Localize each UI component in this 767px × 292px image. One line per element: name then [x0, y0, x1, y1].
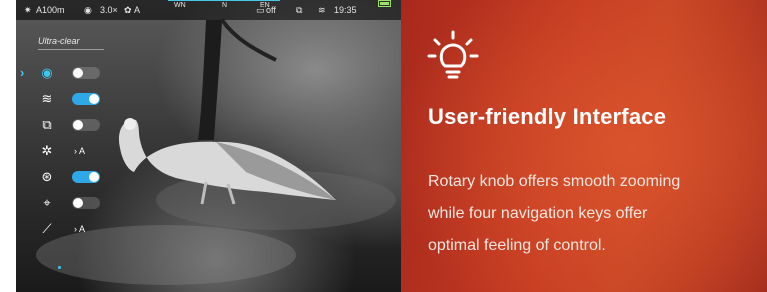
crosshair-icon: ⌖	[43, 195, 51, 210]
bird-head	[124, 118, 136, 130]
description-line: while four navigation keys offer	[428, 205, 648, 222]
picture-in-picture-icon: ⧉	[42, 117, 52, 132]
compass-north: N	[222, 2, 228, 9]
description-line: optimal feeling of control.	[428, 237, 606, 254]
wifi-icon: ≋	[318, 5, 326, 15]
selection-chevron-icon: ›	[20, 65, 25, 80]
toggle-switch[interactable]	[72, 93, 100, 105]
rifle-icon: ⟋	[42, 221, 52, 236]
description-line: Rotary knob offers smooth zooming	[428, 173, 681, 190]
eye-icon: ◉	[41, 65, 53, 80]
range-readout: A100m	[36, 5, 65, 15]
zoom-readout: 3.0×	[100, 5, 118, 15]
feature-title: User-friendly Interface	[428, 104, 667, 129]
record-icon: ▭	[256, 5, 265, 15]
compass-west: WN	[174, 2, 186, 9]
menu-row[interactable]: ⊛	[36, 168, 110, 186]
toggle-switch[interactable]	[72, 67, 100, 79]
sun-icon: ✷	[24, 5, 32, 15]
feature-card: ✷ A100m ◉ 3.0× ✿ A WN N EN ▭ off ⧉ ≋ 19:…	[0, 0, 767, 292]
menu-value: › A	[74, 146, 86, 156]
thermal-screen: ✷ A100m ◉ 3.0× ✿ A WN N EN ▭ off ⧉ ≋ 19:…	[16, 0, 401, 292]
aperture-icon: ✲	[41, 143, 53, 158]
menu-row[interactable]: ✲ › A	[36, 142, 110, 160]
menu-row[interactable]: ⟋ › A	[36, 220, 110, 238]
menu-row[interactable]: ≋	[36, 90, 110, 108]
tree-trunk	[198, 20, 222, 140]
toggle-switch[interactable]	[72, 119, 100, 131]
image-mode-label: Ultra-clear	[38, 36, 104, 50]
toggle-switch[interactable]	[72, 171, 100, 183]
toggle-switch[interactable]	[72, 197, 100, 209]
menu-row[interactable]: ⧉	[36, 116, 110, 134]
menu-row[interactable]: ⌖	[36, 194, 110, 212]
record-status: off	[266, 5, 276, 15]
picture-in-picture-icon: ⧉	[296, 5, 303, 15]
battery-icon	[378, 0, 391, 7]
menu-row[interactable]: ◉	[36, 64, 110, 82]
eye-icon: ◉	[84, 5, 92, 15]
lightbulb-icon	[427, 30, 479, 79]
brightness-icon: ✿	[124, 5, 132, 15]
page-indicator-dot	[58, 266, 61, 269]
wifi-icon: ≋	[41, 91, 53, 106]
clock-time: 19:35	[334, 5, 357, 15]
feature-description: Rotary knob offers smooth zooming while …	[428, 166, 758, 262]
compass-icon: ⊛	[41, 169, 53, 184]
auto-mode: A	[134, 5, 141, 15]
feature-panel: User-friendly Interface Rotary knob offe…	[401, 0, 767, 292]
status-bar: ✷ A100m ◉ 3.0× ✿ A WN N EN ▭ off ⧉ ≋ 19:…	[16, 0, 401, 20]
tree-branch	[220, 18, 277, 62]
menu-value: › A	[74, 224, 86, 234]
